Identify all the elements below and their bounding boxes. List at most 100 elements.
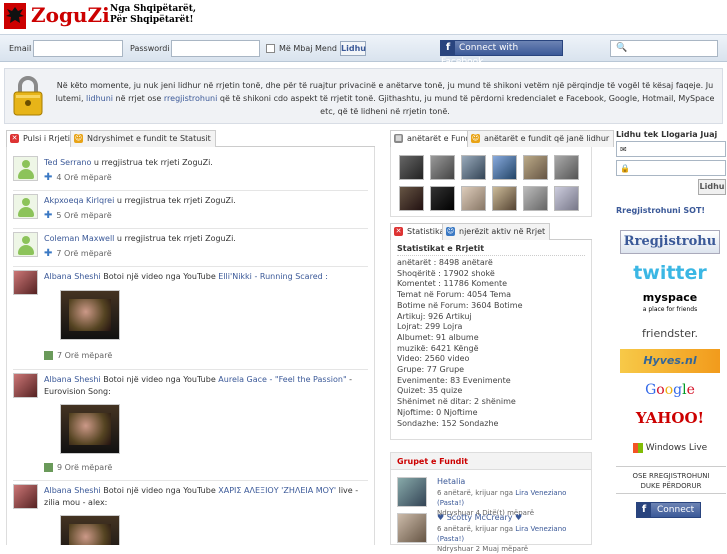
add-friend-icon[interactable]: ✚	[44, 248, 52, 259]
video-link[interactable]: Aurela Gace - "Feel the Passion"	[218, 375, 346, 384]
stat-row: anëtarët : 8498 anëtarë	[397, 258, 493, 267]
email-icon: ✉	[620, 145, 627, 154]
padlock-icon	[13, 76, 43, 116]
sidebar-password-input[interactable]: 🔒	[616, 160, 726, 176]
facebook-icon: f	[637, 503, 651, 517]
email-label: Email	[9, 44, 32, 53]
add-friend-icon[interactable]: ✚	[44, 172, 52, 183]
video-icon	[44, 463, 53, 472]
twitter-login-button[interactable]: twitter	[620, 261, 720, 285]
video-thumbnail[interactable]	[60, 290, 120, 340]
stats-title: Statistikat e Rrjetit	[397, 244, 585, 256]
member-thumbnail[interactable]	[461, 155, 486, 180]
avatar[interactable]	[13, 270, 38, 295]
stat-row: Shënimet në ditar: 2 shënime	[397, 397, 516, 407]
stats-panel: ✕ Statistikat ☺ njerëzit aktiv në Rrjet St…	[390, 223, 592, 483]
windows-flag-icon	[632, 442, 643, 453]
eagle-logo-icon	[4, 3, 26, 29]
notice-text: Në këto momente, ju nuk jeni lidhur në r…	[55, 81, 715, 116]
list-item: Albana Sheshi Botoi një video nga YouTub…	[13, 270, 368, 370]
login-link[interactable]: lidhuni	[86, 94, 113, 103]
stat-row: Sondazhe: 152 Sondazhe	[397, 418, 499, 428]
avatar[interactable]	[13, 156, 38, 181]
header: ZoguZi Nga Shqipëtarët, Për Shqipëtarët!	[0, 0, 727, 34]
login-bar: Email Passwordi Më Mbaj Mend Lidhu f Conn…	[0, 34, 727, 67]
guest-notice: Në këto momente, ju nuk jeni lidhur në r…	[4, 68, 723, 124]
sidebar-email-input[interactable]: ✉	[616, 141, 726, 157]
member-thumbnail[interactable]	[523, 155, 548, 180]
or-register-using-text: OSE RREGJISTROHUNI DUKE PËRDORUR	[616, 466, 726, 494]
facebook-connect-button[interactable]: f Connect with Facebook	[440, 40, 563, 67]
stat-row: Video: 2560 video	[397, 354, 470, 364]
stat-row: Komentet : 11786 Komente	[397, 279, 508, 289]
stats-body: Statistikat e Rrjetit anëtarët : 8498 an…	[390, 240, 592, 440]
groups-title: Grupet e Fundit	[391, 453, 591, 470]
yahoo-login-button[interactable]: YAHOO!	[620, 406, 720, 430]
user-link[interactable]: Akpxoeqa Kirlqrei	[44, 196, 114, 205]
user-link[interactable]: Albana Sheshi	[44, 375, 101, 384]
list-item: Coleman Maxwell u rregjistrua tek rrjeti…	[13, 232, 368, 267]
register-today-title: Rregjistrohuni SOT!	[616, 206, 706, 215]
stat-row: Njoftime: 0 Njoftime	[397, 407, 478, 417]
avatar[interactable]	[13, 373, 38, 398]
site-logo[interactable]: ZoguZi	[31, 3, 110, 27]
windows-live-login-button[interactable]: Windows Live	[620, 436, 720, 460]
members-tabs: ▦ anëtarët e Fundit ☺ anëtarët e fundit që…	[390, 130, 615, 147]
group-link[interactable]: Hetalia	[437, 477, 465, 486]
list-item: Ted Serrano u rregjistrua tek rrjeti Zog…	[13, 156, 368, 191]
google-login-button[interactable]: Google	[620, 378, 720, 402]
user-link[interactable]: Albana Sheshi	[44, 272, 101, 281]
stat-row: Botime në Forum: 3604 Botime	[397, 300, 523, 310]
tab-active-people[interactable]: ☺ njerëzit aktiv në Rrjet	[442, 223, 551, 240]
register-button[interactable]: Rregjistrohu	[620, 230, 720, 254]
member-thumbnail[interactable]	[430, 186, 455, 211]
sidebar-facebook-connect-button[interactable]: f Connect	[636, 502, 701, 518]
register-link[interactable]: rregjistrohuni	[164, 94, 217, 103]
member-thumbnail[interactable]	[492, 186, 517, 211]
user-link[interactable]: Ted Serrano	[44, 158, 91, 167]
video-link[interactable]: Elli'Nikki - Running Scared :	[218, 272, 328, 281]
avatar[interactable]	[13, 484, 38, 509]
list-item: Akpxoeqa Kirlqrei u rregjistrua tek rrje…	[13, 194, 368, 229]
video-thumbnail[interactable]	[60, 515, 120, 545]
tab-latest-logged-in[interactable]: ☺ anëtarët e fundit që janë lidhur	[467, 130, 615, 147]
login-button[interactable]: Lidhu	[340, 41, 366, 56]
group-thumbnail[interactable]	[397, 477, 427, 507]
avatar[interactable]	[13, 194, 38, 219]
user-link[interactable]: Albana Sheshi	[44, 486, 101, 495]
member-thumbnail[interactable]	[523, 186, 548, 211]
avatar[interactable]	[13, 232, 38, 257]
activity-column: ✕ Pulsi i Rrjetit ☺ Ndryshimet e fundit te…	[6, 130, 375, 545]
group-thumbnail[interactable]	[397, 513, 427, 543]
member-thumbnail[interactable]	[430, 155, 455, 180]
tab-network-pulse[interactable]: ✕ Pulsi i Rrjetit	[6, 130, 79, 147]
search-input[interactable]: 🔍	[610, 40, 718, 57]
online-icon: ☺	[471, 134, 480, 143]
user-link[interactable]: Coleman Maxwell	[44, 234, 114, 243]
sidebar-login-button[interactable]: Lidhu	[698, 179, 726, 195]
myspace-login-button[interactable]: myspace a place for friends	[620, 291, 720, 315]
friendster-login-button[interactable]: friendster.	[620, 322, 720, 346]
remember-checkbox[interactable]	[266, 44, 275, 53]
member-thumbnail[interactable]	[399, 155, 424, 180]
group-link[interactable]: ♥ Scotty McCreary ♥	[437, 513, 522, 522]
password-input[interactable]	[171, 40, 260, 57]
member-thumbnail[interactable]	[399, 186, 424, 211]
video-link[interactable]: ΧΑΡΙΣ ΑΛΕΞΙΟΥ 'ΖΗΛΕΙΑ ΜΟΥ'	[218, 486, 336, 495]
member-thumbnail[interactable]	[554, 155, 579, 180]
active-icon: ☺	[446, 227, 455, 236]
lock-icon: 🔒	[620, 164, 630, 173]
remember-label: Më Mbaj Mend	[279, 44, 337, 53]
member-thumbnail[interactable]	[492, 155, 517, 180]
stat-row: Evenimente: 83 Evenimente	[397, 375, 511, 385]
add-friend-icon[interactable]: ✚	[44, 210, 52, 221]
stat-row: Temat në Forum: 4054 Tema	[397, 290, 512, 300]
hyves-login-button[interactable]: Hyves.nl	[620, 349, 720, 373]
member-thumbnail[interactable]	[554, 186, 579, 211]
login-sidebar: Lidhu tek Llogaria Juaj ✉ 🔒 Lidhu Rregji…	[612, 130, 727, 545]
activity-feed: Ted Serrano u rregjistrua tek rrjeti Zog…	[6, 147, 375, 545]
email-input[interactable]	[33, 40, 123, 57]
member-thumbnail[interactable]	[461, 186, 486, 211]
video-thumbnail[interactable]	[60, 404, 120, 454]
tab-status-changes[interactable]: ☺ Ndryshimet e fundit te Statusit	[70, 130, 216, 147]
